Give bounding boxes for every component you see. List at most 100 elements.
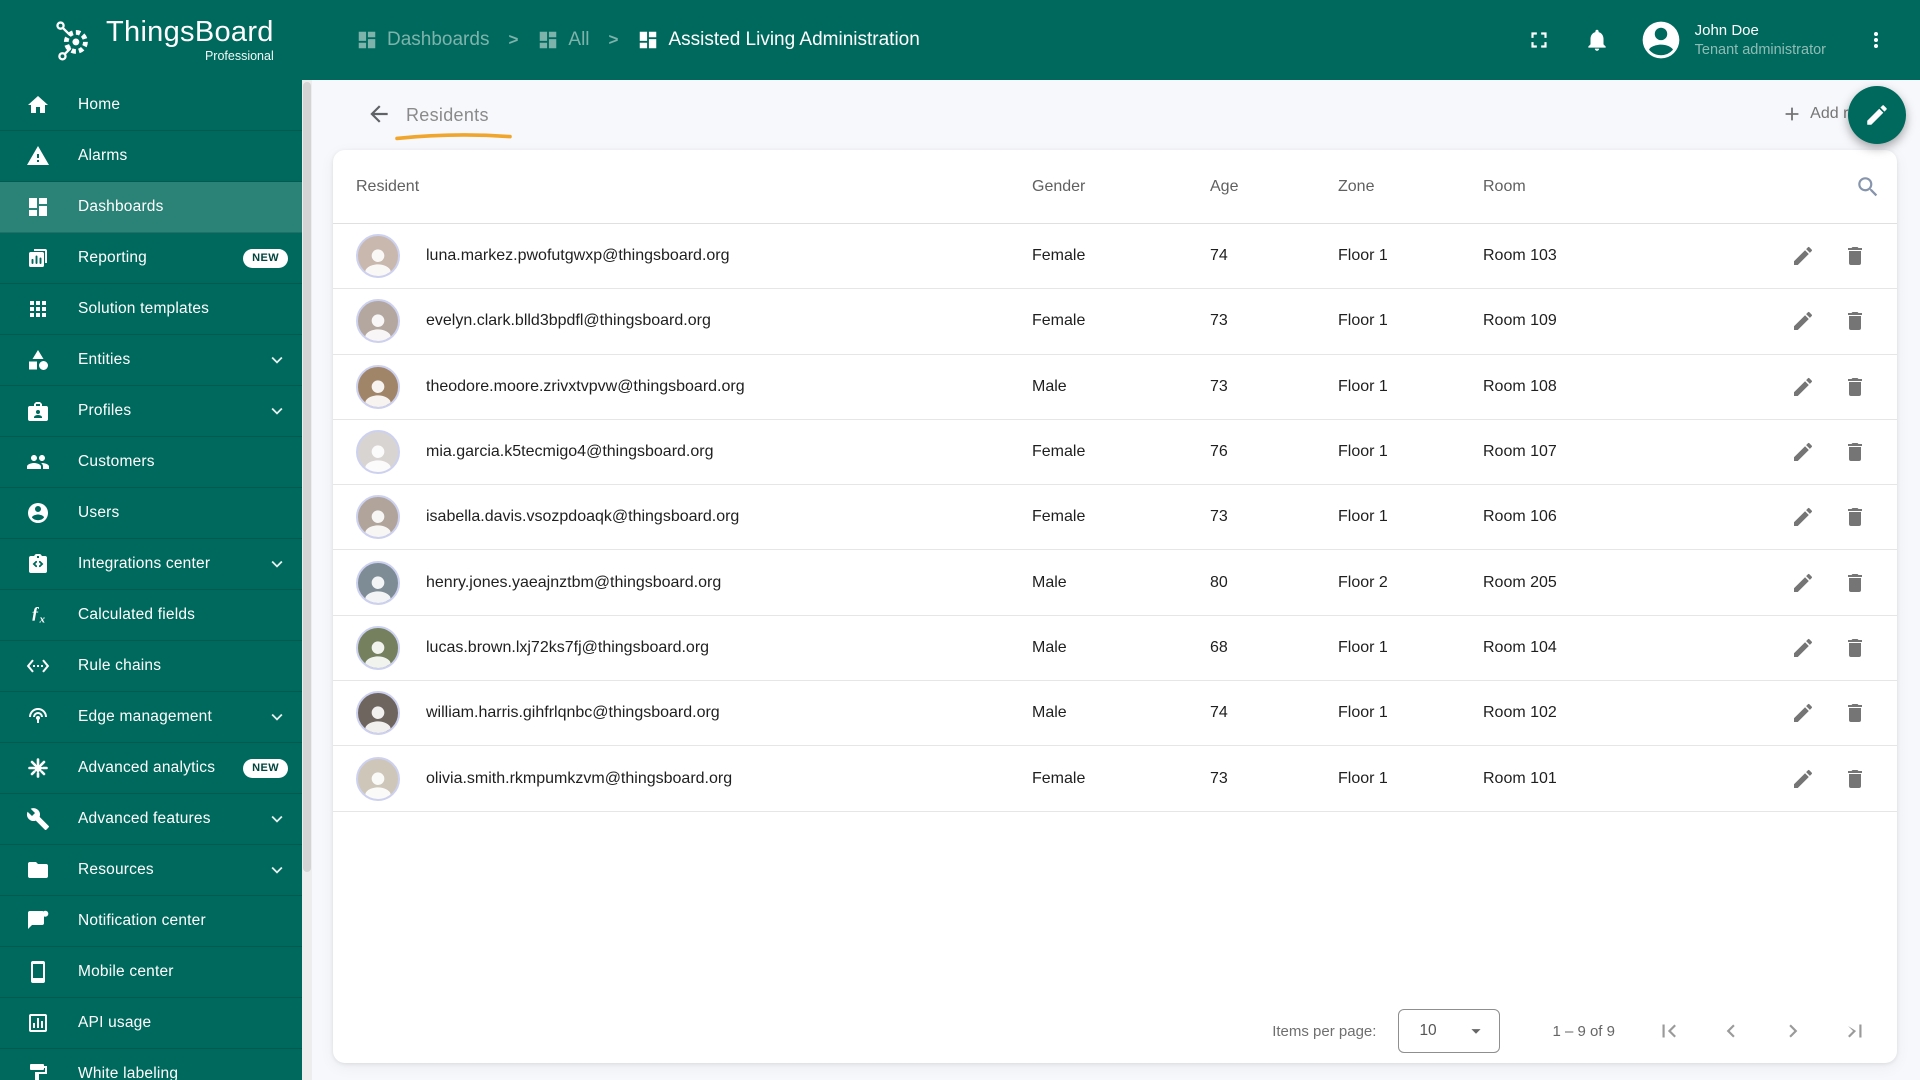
delete-row-button[interactable] bbox=[1841, 307, 1869, 335]
next-page-button[interactable] bbox=[1779, 1017, 1807, 1045]
sidebar-item-label: Home bbox=[78, 96, 121, 113]
edit-row-button[interactable] bbox=[1789, 503, 1817, 531]
delete-row-button[interactable] bbox=[1841, 438, 1869, 466]
chevron-down-icon bbox=[266, 349, 288, 371]
edit-row-button[interactable] bbox=[1789, 307, 1817, 335]
sidebar-item-edge-management[interactable]: Edge management bbox=[0, 692, 302, 743]
dashboards-icon bbox=[537, 29, 559, 51]
resident-cell: theodore.moore.zrivxtvpvw@thingsboard.or… bbox=[356, 364, 1032, 409]
notifications-bell-icon[interactable] bbox=[1577, 20, 1617, 60]
delete-row-button[interactable] bbox=[1841, 634, 1869, 662]
edit-row-button[interactable] bbox=[1789, 242, 1817, 270]
sidebar-item-mobile-center[interactable]: Mobile center bbox=[0, 947, 302, 998]
fullscreen-icon[interactable] bbox=[1519, 20, 1559, 60]
delete-row-button[interactable] bbox=[1841, 503, 1869, 531]
breadcrumb-separator: > bbox=[608, 30, 619, 49]
table-row[interactable]: henry.jones.yaeajnztbm@thingsboard.org Ma… bbox=[333, 550, 1897, 616]
resident-avatar bbox=[356, 560, 400, 605]
delete-row-button[interactable] bbox=[1841, 699, 1869, 727]
column-header-age[interactable]: Age bbox=[1210, 178, 1338, 196]
sidebar-item-home[interactable]: Home bbox=[0, 80, 302, 131]
more-vert-icon[interactable] bbox=[1856, 20, 1896, 60]
white-labeling-icon bbox=[26, 1062, 50, 1080]
table-row[interactable]: olivia.smith.rkmpumkzvm@thingsboard.org F… bbox=[333, 746, 1897, 812]
first-page-button[interactable] bbox=[1655, 1017, 1683, 1045]
back-arrow-icon[interactable] bbox=[364, 99, 394, 129]
logo-title: ThingsBoard bbox=[106, 15, 274, 48]
age-cell: 73 bbox=[1210, 769, 1228, 787]
sidebar-scrollbar[interactable] bbox=[302, 80, 312, 1080]
table-row[interactable]: theodore.moore.zrivxtvpvw@thingsboard.or… bbox=[333, 355, 1897, 420]
delete-row-button[interactable] bbox=[1841, 765, 1869, 793]
sidebar-item-profiles[interactable]: Profiles bbox=[0, 386, 302, 437]
resident-avatar bbox=[356, 625, 400, 670]
user-menu[interactable]: John Doe Tenant administrator bbox=[1639, 18, 1826, 62]
integrations-icon bbox=[26, 552, 50, 576]
caret-down-icon bbox=[1471, 1029, 1482, 1034]
sidebar-scrollbar-thumb[interactable] bbox=[303, 82, 311, 872]
delete-row-button[interactable] bbox=[1841, 242, 1869, 270]
row-actions bbox=[1737, 373, 1877, 401]
resident-email: william.harris.gihfrlqnbc@thingsboard.or… bbox=[426, 704, 720, 722]
delete-row-button[interactable] bbox=[1841, 373, 1869, 401]
edit-row-button[interactable] bbox=[1789, 765, 1817, 793]
sidebar-item-integrations-center[interactable]: Integrations center bbox=[0, 539, 302, 590]
search-icon[interactable] bbox=[1855, 174, 1881, 200]
sidebar-item-advanced-features[interactable]: Advanced features bbox=[0, 794, 302, 845]
column-header-gender[interactable]: Gender bbox=[1032, 178, 1210, 196]
resident-email: isabella.davis.vsozpdoaqk@thingsboard.or… bbox=[426, 508, 740, 526]
sidebar-item-label: Solution templates bbox=[78, 300, 210, 317]
gender-cell: Female bbox=[1032, 312, 1086, 330]
sidebar-item-users[interactable]: Users bbox=[0, 488, 302, 539]
sidebar-item-alarms[interactable]: Alarms bbox=[0, 131, 302, 182]
table-row[interactable]: luna.markez.pwofutgwxp@thingsboard.org Fe… bbox=[333, 224, 1897, 290]
sidebar-item-reporting[interactable]: Reporting NEW bbox=[0, 233, 302, 284]
sidebar-item-label: Entities bbox=[78, 351, 131, 368]
gender-cell: Female bbox=[1032, 247, 1086, 265]
last-page-button[interactable] bbox=[1841, 1017, 1869, 1045]
items-per-page-select[interactable]: 10 bbox=[1398, 1009, 1501, 1053]
sidebar-item-resources[interactable]: Resources bbox=[0, 845, 302, 896]
sidebar-item-dashboards[interactable]: Dashboards bbox=[0, 182, 302, 233]
notification-center-icon bbox=[26, 909, 50, 933]
table-row[interactable]: mia.garcia.k5tecmigo4@thingsboard.org Fem… bbox=[333, 420, 1897, 486]
sidebar-item-notification-center[interactable]: Notification center bbox=[0, 896, 302, 947]
edit-row-button[interactable] bbox=[1789, 438, 1817, 466]
age-cell: 73 bbox=[1210, 312, 1228, 330]
table-row[interactable]: lucas.brown.lxj72ks7fj@thingsboard.org Ma… bbox=[333, 616, 1897, 682]
table-row[interactable]: evelyn.clark.blld3bpdfl@thingsboard.org F… bbox=[333, 289, 1897, 355]
sidebar-item-api-usage[interactable]: API usage bbox=[0, 998, 302, 1049]
sidebar-item-customers[interactable]: Customers bbox=[0, 437, 302, 488]
sidebar-item-solution-templates[interactable]: Solution templates bbox=[0, 284, 302, 335]
gender-cell: Male bbox=[1032, 638, 1067, 656]
edit-row-button[interactable] bbox=[1789, 569, 1817, 597]
sidebar-item-advanced-analytics[interactable]: Advanced analytics NEW bbox=[0, 743, 302, 794]
edit-row-button[interactable] bbox=[1789, 373, 1817, 401]
sidebar-item-white-labeling[interactable]: White labeling bbox=[0, 1049, 302, 1080]
resident-cell: evelyn.clark.blld3bpdfl@thingsboard.org bbox=[356, 299, 1032, 344]
user-name: John Doe bbox=[1694, 21, 1759, 39]
edit-row-button[interactable] bbox=[1789, 699, 1817, 727]
sidebar-item-calculated-fields[interactable]: ƒx Calculated fields bbox=[0, 590, 302, 641]
table-row[interactable]: william.harris.gihfrlqnbc@thingsboard.or… bbox=[333, 681, 1897, 747]
breadcrumb-item-dashboards[interactable]: Dashboards bbox=[356, 29, 489, 51]
row-actions bbox=[1737, 634, 1877, 662]
column-header-room[interactable]: Room bbox=[1483, 178, 1737, 196]
column-header-zone[interactable]: Zone bbox=[1338, 178, 1483, 196]
edit-row-button[interactable] bbox=[1789, 634, 1817, 662]
previous-page-button[interactable] bbox=[1717, 1017, 1745, 1045]
edge-management-icon bbox=[26, 705, 50, 729]
sidebar-item-entities[interactable]: Entities bbox=[0, 335, 302, 386]
room-cell: Room 102 bbox=[1483, 704, 1557, 722]
sidebar-item-rule-chains[interactable]: Rule chains bbox=[0, 641, 302, 692]
edit-dashboard-fab[interactable] bbox=[1848, 86, 1906, 144]
delete-row-button[interactable] bbox=[1841, 569, 1869, 597]
column-header-resident[interactable]: Resident bbox=[356, 178, 1032, 196]
breadcrumb-item-all[interactable]: All bbox=[537, 29, 590, 51]
thingsboard-logo[interactable]: ThingsBoard Professional bbox=[0, 17, 312, 63]
alarms-icon bbox=[26, 144, 50, 168]
age-cell: 74 bbox=[1210, 704, 1228, 722]
sidebar-item-label: Notification center bbox=[78, 912, 206, 929]
table-row[interactable]: isabella.davis.vsozpdoaqk@thingsboard.or… bbox=[333, 485, 1897, 551]
zone-cell: Floor 1 bbox=[1338, 443, 1388, 461]
